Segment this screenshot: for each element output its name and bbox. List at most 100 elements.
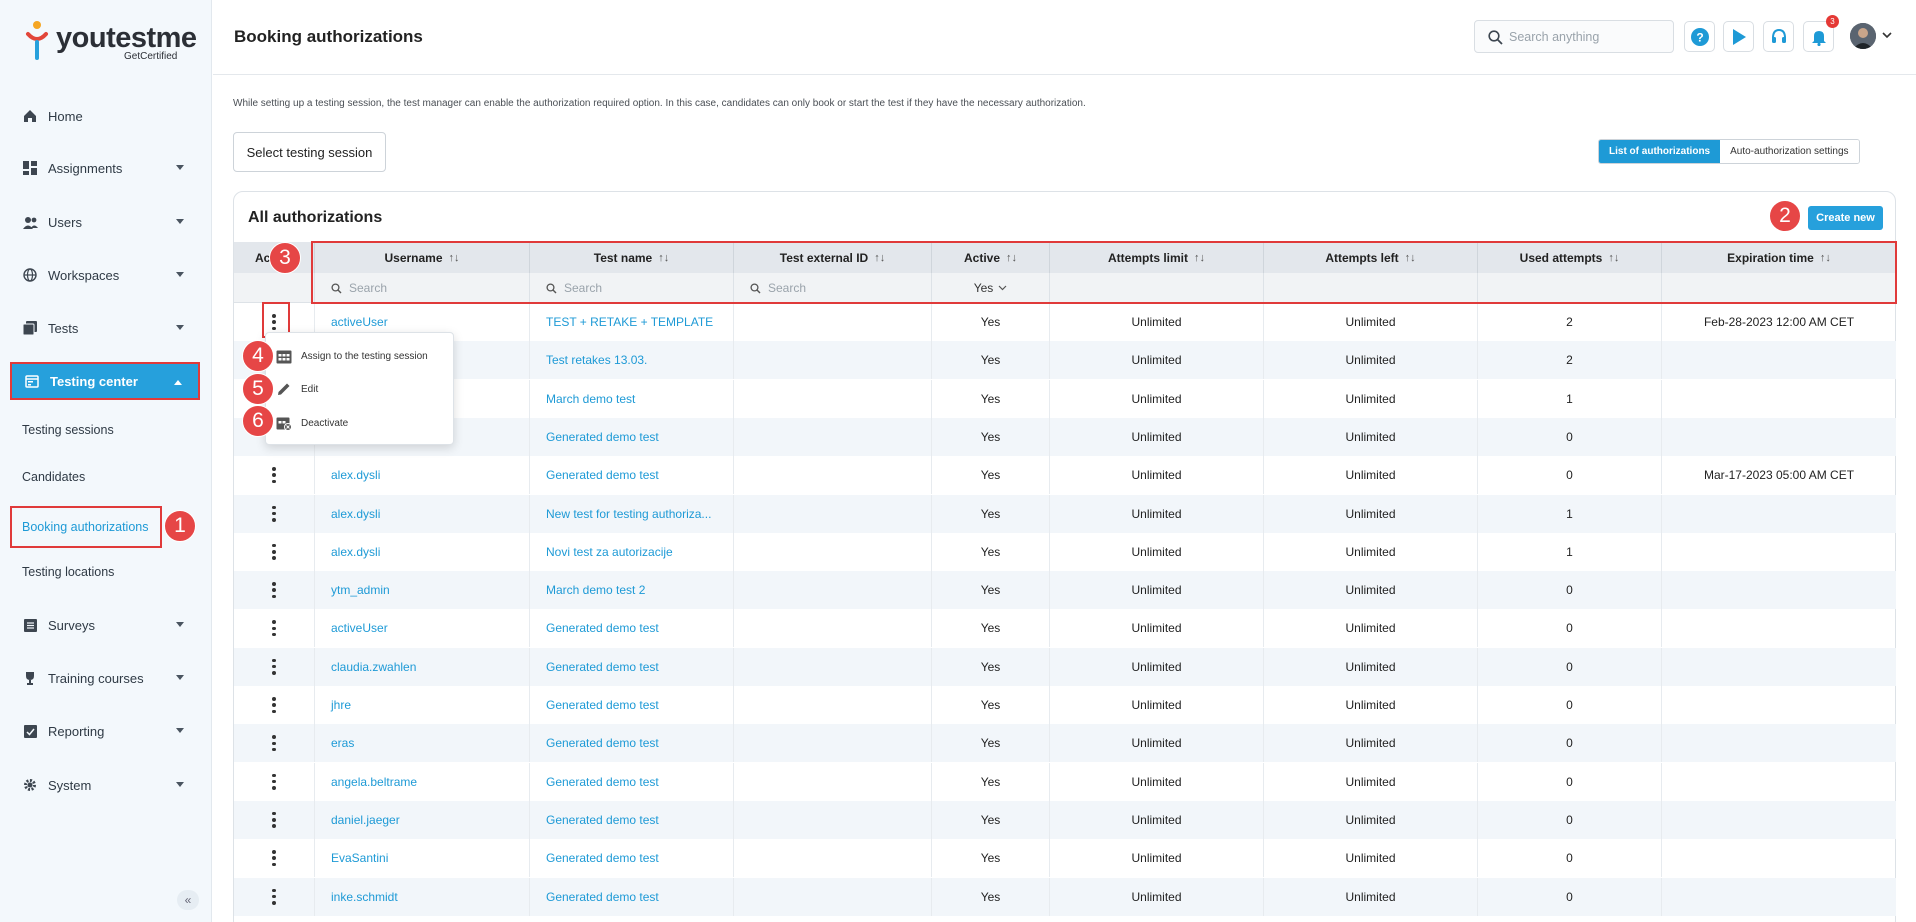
username-cell[interactable]: angela.beltrame [315, 762, 530, 801]
used-attempts-cell: 0 [1478, 456, 1662, 495]
username-cell[interactable]: inke.schmidt [315, 877, 530, 916]
actions-cell[interactable] [234, 609, 315, 648]
username-cell[interactable]: alex.dysli [315, 494, 530, 533]
more-vertical-icon[interactable] [272, 697, 276, 713]
more-vertical-icon[interactable] [272, 467, 276, 484]
username-cell[interactable]: EvaSantini [315, 839, 530, 878]
play-tutorial-button[interactable] [1723, 21, 1754, 52]
menu-item-edit[interactable]: Edit [276, 377, 318, 401]
actions-cell[interactable] [234, 839, 315, 878]
chevron-down-icon[interactable] [1882, 32, 1892, 40]
sidebar-item-label: Surveys [48, 617, 95, 633]
sidebar-item-home[interactable]: Home [10, 97, 200, 135]
attempts-limit-cell: Unlimited [1050, 303, 1264, 341]
sidebar-item-reporting[interactable]: Reporting [10, 712, 200, 750]
test-name-cell[interactable]: March demo test [530, 379, 734, 418]
brand-logo[interactable]: youtestme GetCertified [24, 18, 197, 64]
more-vertical-icon[interactable] [272, 505, 276, 522]
active-cell: Yes [932, 647, 1050, 686]
username-cell[interactable]: jhre [315, 686, 530, 724]
more-vertical-icon[interactable] [272, 735, 276, 752]
sidebar-item-label: Testing center [50, 373, 138, 389]
test-name-cell[interactable]: Generated demo test [530, 839, 734, 878]
actions-cell[interactable] [234, 494, 315, 533]
help-button[interactable]: ? [1684, 21, 1715, 52]
avatar[interactable] [1850, 23, 1876, 49]
username-cell[interactable]: claudia.zwahlen [315, 647, 530, 686]
chevron-down-icon [176, 782, 184, 787]
actions-cell[interactable] [234, 571, 315, 610]
more-vertical-icon[interactable] [272, 582, 276, 599]
test-name-cell[interactable]: Generated demo test [530, 456, 734, 495]
menu-item-deactivate[interactable]: Deactivate [276, 411, 348, 435]
sidebar-item-users[interactable]: Users [10, 203, 200, 241]
actions-cell[interactable] [234, 647, 315, 686]
attempts-left-cell: Unlimited [1264, 303, 1478, 341]
sidebar-subitem-testing-sessions[interactable]: Testing sessions [10, 412, 160, 448]
test-name-cell[interactable]: Generated demo test [530, 609, 734, 648]
sidebar-item-testing-center[interactable]: Testing center [10, 362, 200, 400]
sidebar-subitem-candidates[interactable]: Candidates [10, 459, 160, 495]
sidebar-item-system[interactable]: System [10, 766, 200, 804]
tab-list-of-authorizations[interactable]: List of authorizations [1599, 140, 1721, 163]
actions-cell[interactable] [234, 800, 315, 839]
chevron-down-icon [176, 219, 184, 224]
sidebar-item-workspaces[interactable]: Workspaces [10, 256, 200, 294]
used-attempts-cell: 0 [1478, 647, 1662, 686]
actions-cell[interactable] [234, 724, 315, 763]
sidebar-item-assignments[interactable]: Assignments [10, 149, 200, 187]
test-name-cell[interactable]: Generated demo test [530, 762, 734, 801]
username-cell[interactable]: daniel.jaeger [315, 800, 530, 839]
sidebar-item-surveys[interactable]: Surveys [10, 606, 200, 644]
test-name-cell[interactable]: Generated demo test [530, 877, 734, 916]
username-cell[interactable]: alex.dysli [315, 532, 530, 571]
more-vertical-icon[interactable] [272, 888, 276, 905]
tab-auto-authorization-settings[interactable]: Auto-authorization settings [1720, 140, 1859, 163]
test-name-cell[interactable]: Generated demo test [530, 647, 734, 686]
test-name-cell[interactable]: Generated demo test [530, 800, 734, 839]
collapse-sidebar-button[interactable]: « [177, 890, 199, 910]
test-name-cell[interactable]: Test retakes 13.03. [530, 341, 734, 380]
test-name-cell[interactable]: TEST + RETAKE + TEMPLATE [530, 303, 734, 341]
calendar-x-icon [276, 415, 292, 431]
more-vertical-icon[interactable] [272, 850, 276, 867]
chevron-down-icon [176, 325, 184, 330]
test-name-cell[interactable]: March demo test 2 [530, 571, 734, 610]
actions-cell[interactable] [234, 532, 315, 571]
brand-tagline: GetCertified [124, 51, 178, 62]
svg-text:?: ? [1696, 30, 1703, 44]
actions-cell[interactable] [234, 456, 315, 495]
used-attempts-cell: 1 [1478, 532, 1662, 571]
support-button[interactable] [1763, 21, 1794, 52]
active-cell: Yes [932, 456, 1050, 495]
username-cell[interactable]: eras [315, 724, 530, 763]
test-name-cell[interactable]: Generated demo test [530, 686, 734, 724]
test-name-cell[interactable]: Generated demo test [530, 417, 734, 456]
username-cell[interactable]: ytm_admin [315, 571, 530, 610]
actions-cell[interactable] [234, 877, 315, 916]
sidebar-item-tests[interactable]: Tests [10, 309, 200, 347]
sidebar-subitem-booking-authorizations[interactable]: Booking authorizations [10, 506, 162, 548]
global-search-input[interactable]: Search anything [1474, 20, 1674, 53]
more-vertical-icon[interactable] [272, 620, 276, 637]
test-name-cell[interactable]: Novi test za autorizacije [530, 532, 734, 571]
attempts-limit-cell: Unlimited [1050, 571, 1264, 610]
test-name-cell[interactable]: New test for testing authoriza... [530, 494, 734, 533]
select-testing-session-button[interactable]: Select testing session [233, 132, 386, 172]
test-name-cell[interactable]: Generated demo test [530, 724, 734, 763]
more-vertical-icon[interactable] [272, 773, 276, 790]
actions-cell[interactable] [234, 762, 315, 801]
sidebar-subitem-testing-locations[interactable]: Testing locations [10, 554, 160, 590]
more-vertical-icon[interactable] [272, 658, 276, 675]
create-new-button[interactable]: Create new [1808, 206, 1883, 230]
external-id-cell [734, 456, 932, 495]
username-cell[interactable]: alex.dysli [315, 456, 530, 495]
actions-cell[interactable] [234, 686, 315, 724]
more-vertical-icon[interactable] [272, 543, 276, 560]
expiration-cell [1662, 495, 1896, 533]
menu-item-assign-to-testing-session[interactable]: Assign to the testing session [276, 344, 428, 368]
external-id-cell [734, 686, 932, 724]
username-cell[interactable]: activeUser [315, 609, 530, 648]
sidebar-item-training-courses[interactable]: Training courses [10, 659, 200, 697]
more-vertical-icon[interactable] [272, 811, 276, 828]
